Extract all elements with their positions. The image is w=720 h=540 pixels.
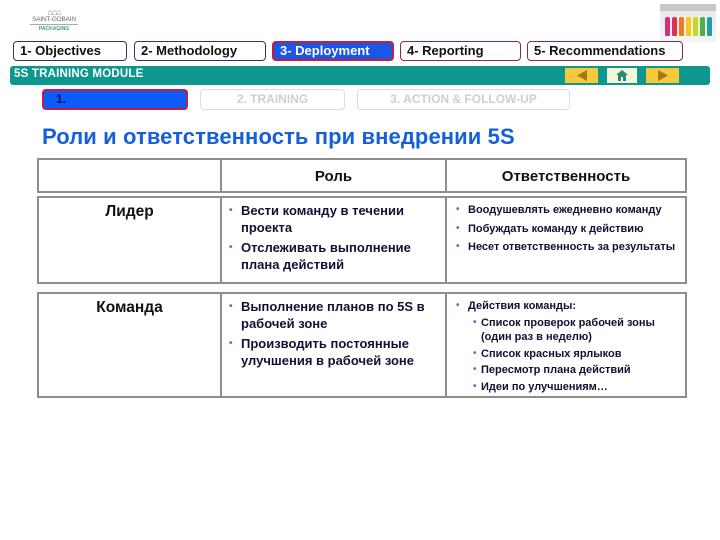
bottle-icon [686,17,691,36]
header-empty [39,160,222,191]
role-list: • Вести команду в течении проекта • Отслеж… [222,198,445,273]
tab-reporting[interactable]: 4- Reporting [400,41,521,61]
logo-brand: SAINT-GOBAIN [30,16,78,25]
module-bar: 5S TRAINING MODULE [10,66,710,85]
bottle-icon [700,17,705,36]
saint-gobain-logo: ⌂⌂⌂ SAINT-GOBAIN PACKAGING [30,8,78,38]
bottle-icon [707,17,712,36]
page-title: Роли и ответственность при внедрении 5S [42,124,515,149]
bullet-icon: • [473,380,477,392]
bottle-icon [672,17,677,36]
tab-methodology[interactable]: 2- Methodology [134,41,266,61]
header-role: Роль [222,160,447,191]
step-action-follow-up[interactable]: 3. ACTION & FOLLOW-UP [357,89,570,110]
table-row-leader: Лидер • Вести команду в течении проекта •… [37,196,687,284]
bottle-icon [693,17,698,36]
bottle-icon [679,17,684,36]
list-item: • Выполнение планов по 5S в рабочей зоне [229,299,425,331]
bullet-icon: • [473,347,477,359]
role-name: Лидер [105,203,154,220]
list-item: • Пересмотр плана действий [473,364,631,376]
home-icon [616,70,628,81]
bullet-icon: • [229,242,233,253]
forward-button[interactable] [646,68,679,83]
table-header: Роль Ответственность [37,158,687,193]
list-item: • Идеи по улучшениям… [473,380,608,393]
list-item: • Список проверок рабочей зоны (один раз … [473,316,655,344]
bullet-icon: • [456,241,460,252]
list-item: • Производить постоянные улучшения в рабо… [229,336,414,368]
bottle-row [665,17,712,36]
forward-icon [657,70,668,81]
bottle-icon [665,17,670,36]
bullet-icon: • [456,222,460,234]
responsibility-list: • Действия команды: [447,294,685,314]
table-row-team: Команда • Выполнение планов по 5S в рабоч… [37,292,687,398]
back-button[interactable] [565,68,598,83]
tab-recommendations[interactable]: 5- Recommendations [527,41,683,61]
logo-roof-icon: ⌂⌂⌂ [47,7,61,17]
bullet-icon: • [456,204,460,215]
step-1[interactable]: 1. [42,89,188,110]
bottles-image [660,4,716,42]
tab-objectives[interactable]: 1- Objectives [13,41,127,61]
role-list: • Выполнение планов по 5S в рабочей зоне … [222,294,445,369]
list-item: • Список красных ярлыков [473,347,622,360]
header-responsibility: Ответственность [501,168,631,185]
list-item: • Несет ответственность за результаты [456,241,676,253]
list-item: • Действия команды: [456,300,577,312]
bullet-icon: • [473,364,477,375]
step-training[interactable]: 2. TRAINING [200,89,345,110]
list-item: • Отслеживать выполнение плана действий [229,240,411,272]
list-item: • Побуждать команду к действию [456,222,644,235]
bullet-icon: • [229,338,233,349]
responsibility-list: • Воодушевлять ежедневно команду • Побужда… [447,198,685,255]
module-title: 5S TRAINING MODULE [14,68,144,80]
role-name: Команда [96,299,163,316]
tab-deployment[interactable]: 3- Deployment [272,41,394,61]
bullet-icon: • [229,301,233,312]
bullet-icon: • [473,316,477,328]
list-item: • Вести команду в течении проекта [229,203,405,235]
home-button[interactable] [607,68,637,83]
bottles-banner [660,4,716,11]
list-item: • Воодушевлять ежедневно команду [456,204,662,216]
bullet-icon: • [229,205,233,216]
back-icon [576,70,587,81]
team-actions-list: • Список проверок рабочей зоны (один раз … [447,316,685,395]
bullet-icon: • [456,300,460,311]
logo-subtitle: PACKAGING [38,26,70,32]
